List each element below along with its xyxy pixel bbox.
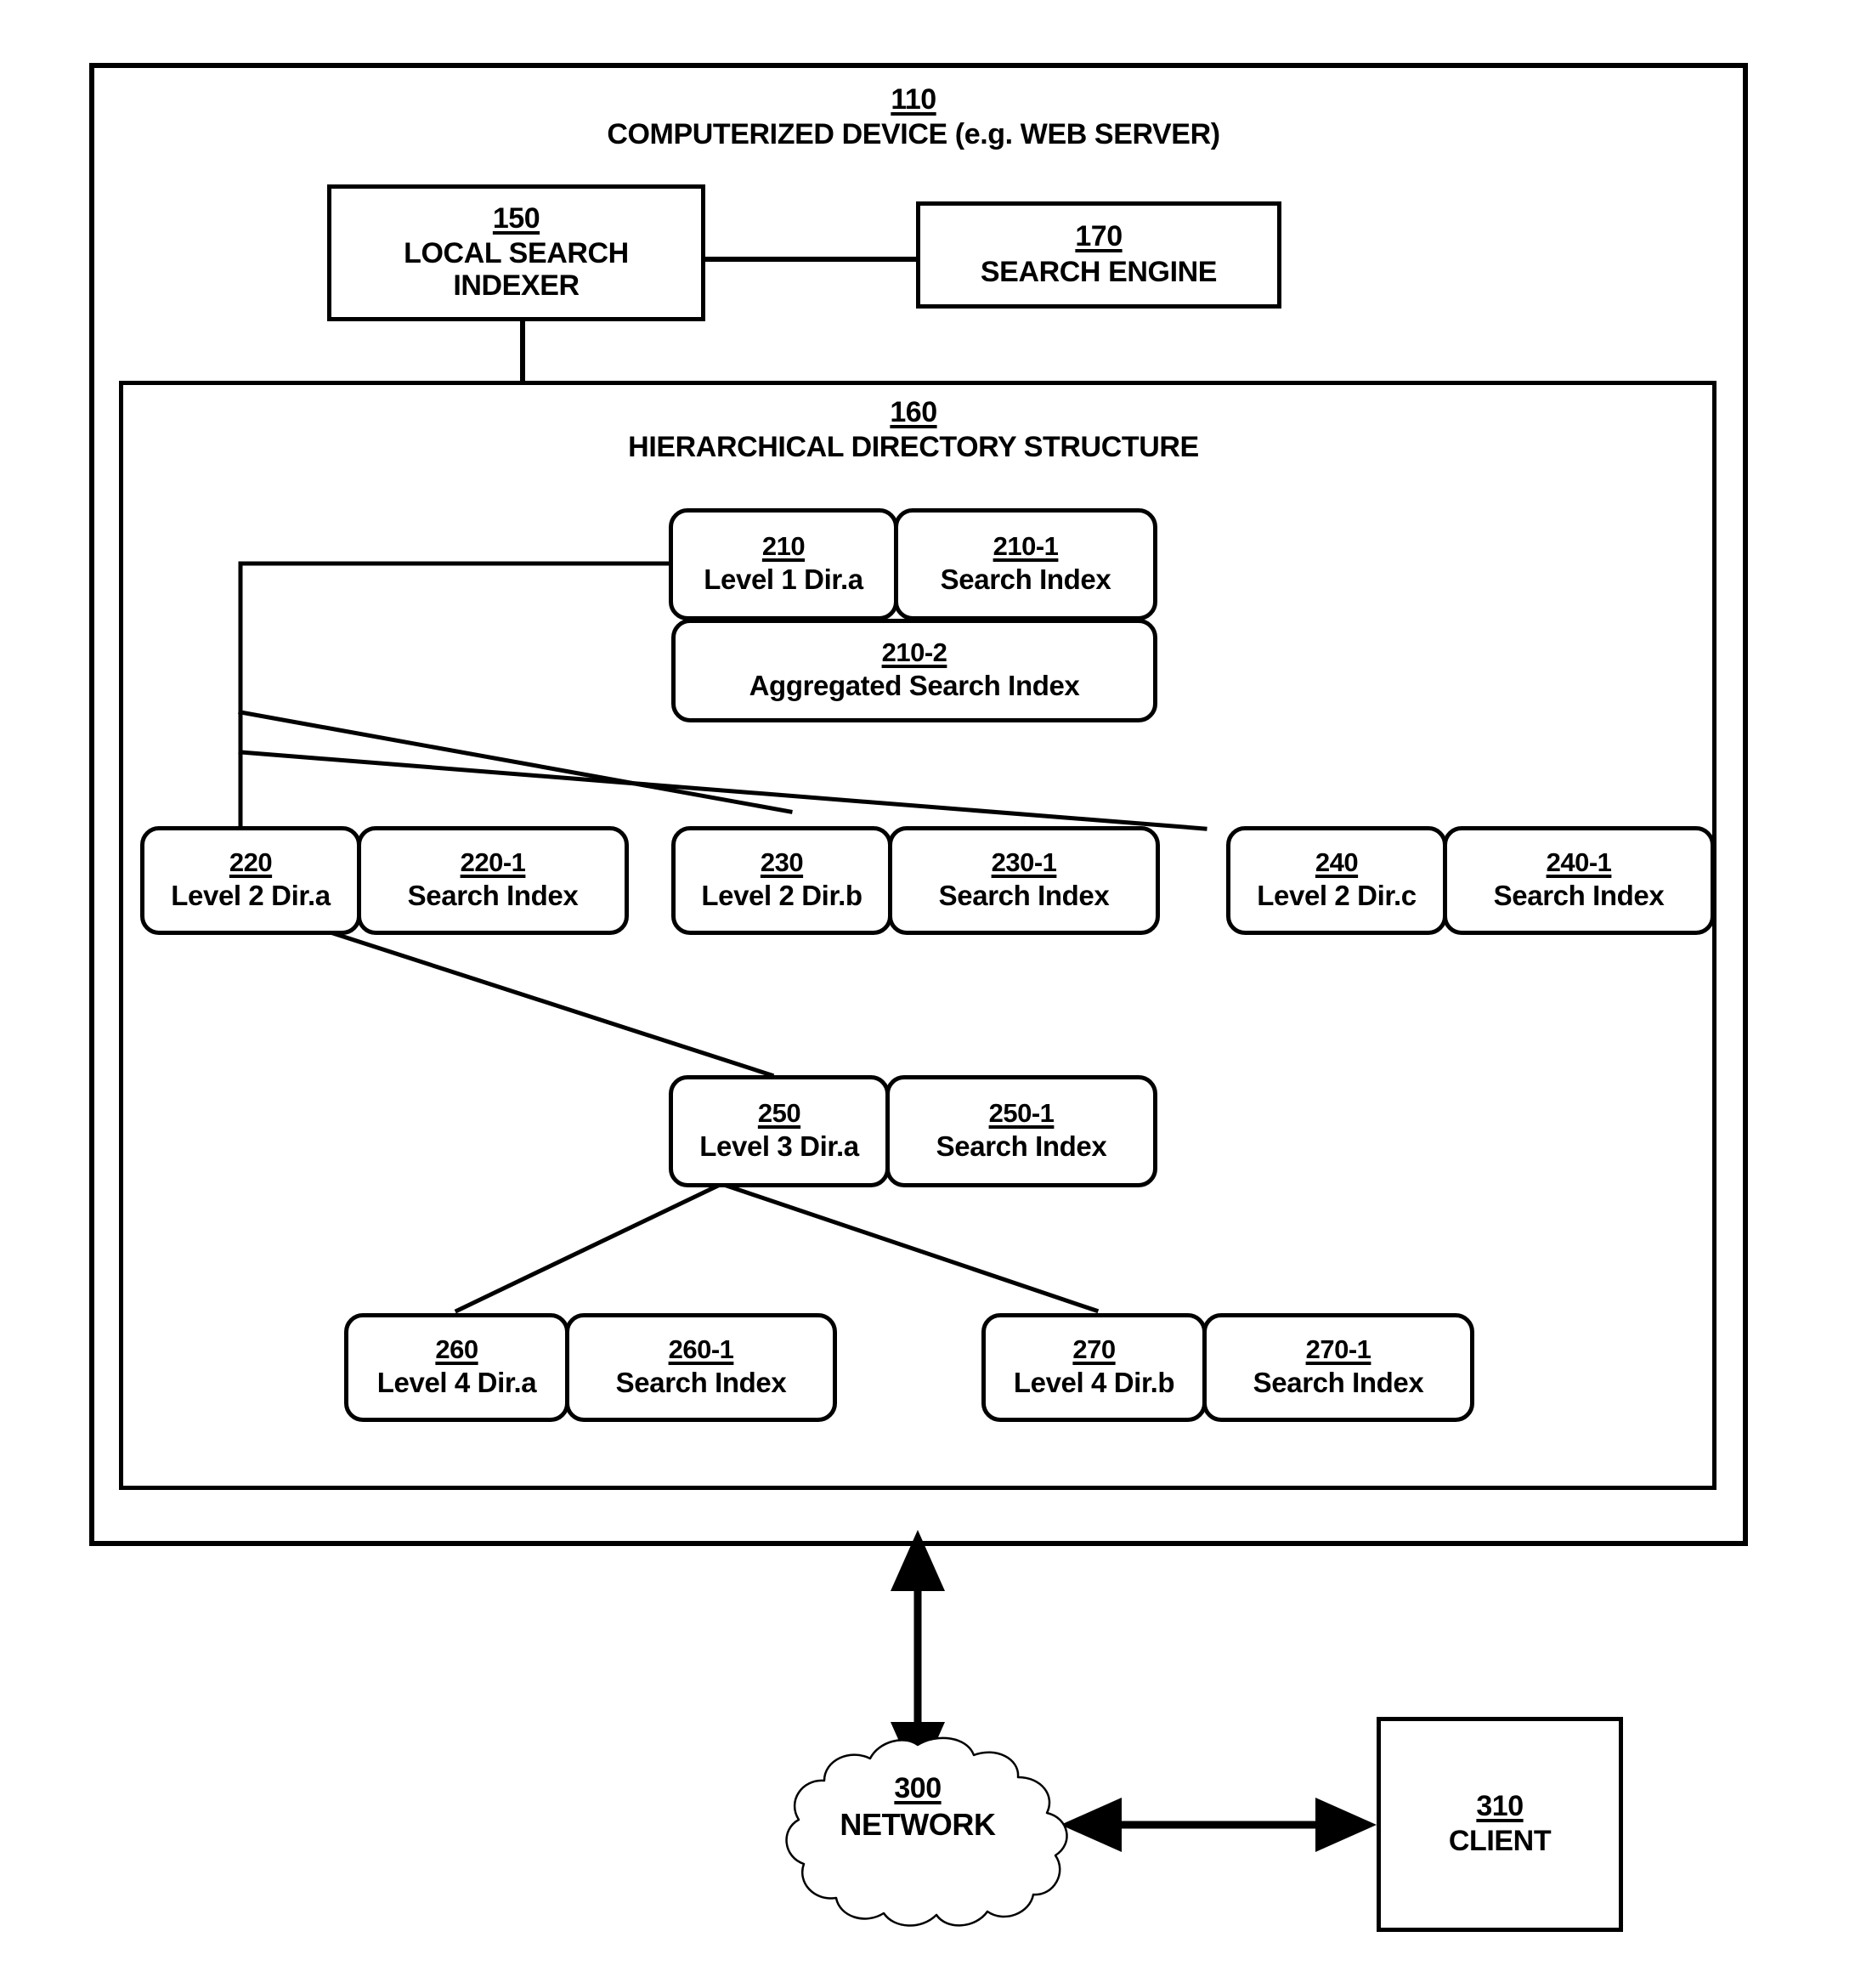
node-260-1-label: Search Index	[615, 1366, 787, 1398]
network-ref: 300	[894, 1772, 942, 1804]
arrow-network-client	[1060, 1798, 1377, 1852]
node-240-ref: 240	[1315, 847, 1359, 878]
network-cloud-label: 300 NETWORK	[748, 1772, 1088, 1842]
node-220-1-label: Search Index	[407, 879, 579, 911]
wire-trunk-to-230	[238, 710, 793, 814]
node-230-1-label: Search Index	[938, 879, 1110, 911]
node-230-ref: 230	[760, 847, 804, 878]
wire-250-to-260	[454, 1182, 721, 1314]
node-210-1-label: Search Index	[940, 563, 1111, 595]
node-260-label: Level 4 Dir.a	[376, 1366, 537, 1398]
node-270-1-label: Search Index	[1253, 1366, 1424, 1398]
node-220-1-search-index[interactable]: 220-1 Search Index	[357, 826, 629, 935]
node-250-1-ref: 250-1	[988, 1098, 1055, 1129]
network-cloud[interactable]: 300 NETWORK	[748, 1730, 1088, 1934]
node-240-1-label: Search Index	[1493, 879, 1665, 911]
node-210-label: Level 1 Dir.a	[704, 563, 863, 595]
node-230-label: Level 2 Dir.b	[701, 879, 862, 911]
node-220-label: Level 2 Dir.a	[171, 879, 331, 911]
node-260-1-ref: 260-1	[668, 1334, 734, 1365]
connector-lines	[238, 257, 1377, 1852]
node-210-2-label: Aggregated Search Index	[749, 669, 1080, 701]
node-270-1-search-index[interactable]: 270-1 Search Index	[1202, 1313, 1474, 1422]
wire-250-to-270	[723, 1182, 1100, 1314]
node-260-1-search-index[interactable]: 260-1 Search Index	[565, 1313, 837, 1422]
node-210-2-ref: 210-2	[881, 637, 947, 668]
node-220-ref: 220	[229, 847, 273, 878]
wire-220-to-250	[277, 913, 775, 1079]
node-240-level2-dir-c[interactable]: 240 Level 2 Dir.c	[1226, 826, 1447, 935]
node-220-level2-dir-a[interactable]: 220 Level 2 Dir.a	[140, 826, 361, 935]
node-210-ref: 210	[761, 531, 806, 562]
node-250-level3-dir-a[interactable]: 250 Level 3 Dir.a	[669, 1075, 890, 1187]
wire-trunk-to-240	[238, 750, 1207, 831]
node-210-2-aggregated-search-index[interactable]: 210-2 Aggregated Search Index	[671, 619, 1157, 722]
node-270-1-ref: 270-1	[1305, 1334, 1371, 1365]
node-250-1-search-index[interactable]: 250-1 Search Index	[885, 1075, 1157, 1187]
node-270-level4-dir-b[interactable]: 270 Level 4 Dir.b	[981, 1313, 1207, 1422]
node-230-1-search-index[interactable]: 230-1 Search Index	[888, 826, 1160, 935]
node-230-level2-dir-b[interactable]: 230 Level 2 Dir.b	[671, 826, 892, 935]
node-210-level1-dir-a[interactable]: 210 Level 1 Dir.a	[669, 508, 898, 620]
node-270-ref: 270	[1072, 1334, 1116, 1365]
node-250-label: Level 3 Dir.a	[699, 1130, 859, 1162]
node-250-ref: 250	[757, 1098, 801, 1129]
network-label: NETWORK	[840, 1806, 996, 1842]
node-260-ref: 260	[435, 1334, 478, 1365]
node-240-label: Level 2 Dir.c	[1257, 879, 1417, 911]
node-210-1-ref: 210-1	[993, 531, 1059, 562]
node-210-1-search-index[interactable]: 210-1 Search Index	[894, 508, 1157, 620]
node-240-1-ref: 240-1	[1546, 847, 1612, 878]
node-260-level4-dir-a[interactable]: 260 Level 4 Dir.a	[344, 1313, 569, 1422]
patent-figure: 110 COMPUTERIZED DEVICE (e.g. WEB SERVER…	[0, 0, 1872, 1988]
node-270-label: Level 4 Dir.b	[1013, 1366, 1175, 1398]
node-240-1-search-index[interactable]: 240-1 Search Index	[1443, 826, 1715, 935]
node-250-1-label: Search Index	[936, 1130, 1107, 1162]
node-220-1-ref: 220-1	[460, 847, 526, 878]
node-230-1-ref: 230-1	[991, 847, 1057, 878]
